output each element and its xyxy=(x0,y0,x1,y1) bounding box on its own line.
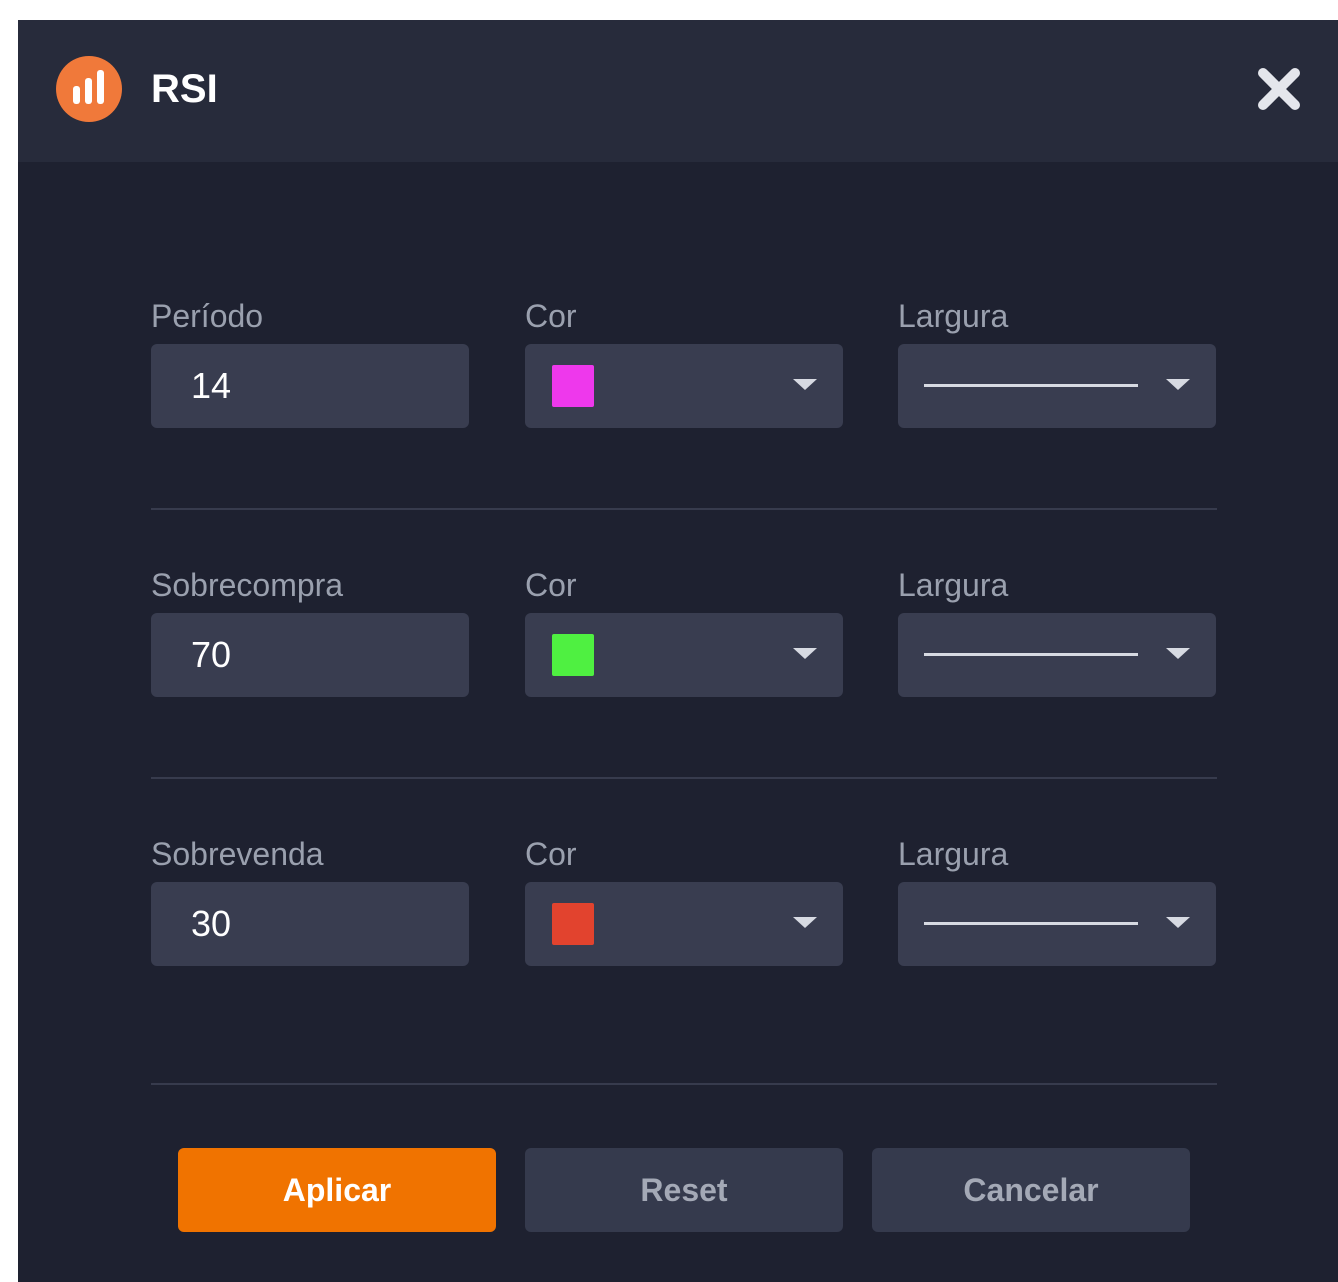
chevron-down-icon xyxy=(1166,917,1190,928)
dialog-title: RSI xyxy=(151,67,218,111)
overbought-color-label: Cor xyxy=(525,567,577,603)
overbought-value: 70 xyxy=(191,634,232,675)
line-width-sample xyxy=(924,653,1138,656)
rsi-settings-dialog: RSI Período Cor Largura 14 Sobrecompra C… xyxy=(18,20,1338,1282)
oversold-value: 30 xyxy=(191,903,232,944)
oversold-width-select[interactable] xyxy=(898,882,1216,966)
period-color-label: Cor xyxy=(525,298,577,334)
overbought-input[interactable]: 70 xyxy=(151,613,469,697)
color-swatch xyxy=(552,903,594,945)
oversold-label: Sobrevenda xyxy=(151,836,324,872)
chevron-down-icon xyxy=(793,379,817,390)
oversold-input[interactable]: 30 xyxy=(151,882,469,966)
line-width-sample xyxy=(924,922,1138,925)
overbought-label: Sobrecompra xyxy=(151,567,344,603)
line-width-sample xyxy=(924,384,1138,387)
dialog-titlebar: RSI xyxy=(18,20,1338,162)
period-input[interactable]: 14 xyxy=(151,344,469,428)
chevron-down-icon xyxy=(793,917,817,928)
period-width-label: Largura xyxy=(898,298,1009,334)
chevron-down-icon xyxy=(1166,648,1190,659)
period-color-select[interactable] xyxy=(525,344,843,428)
color-swatch xyxy=(552,365,594,407)
period-value: 14 xyxy=(191,365,232,406)
overbought-width-label: Largura xyxy=(898,567,1009,603)
divider xyxy=(151,1083,1217,1085)
period-width-select[interactable] xyxy=(898,344,1216,428)
divider xyxy=(151,508,1217,510)
oversold-width-label: Largura xyxy=(898,836,1009,872)
close-icon[interactable] xyxy=(1254,64,1304,114)
oversold-color-select[interactable] xyxy=(525,882,843,966)
chevron-down-icon xyxy=(1166,379,1190,390)
overbought-color-select[interactable] xyxy=(525,613,843,697)
cancel-button[interactable]: Cancelar xyxy=(872,1148,1190,1232)
oversold-color-label: Cor xyxy=(525,836,577,872)
apply-button[interactable]: Aplicar xyxy=(178,1148,496,1232)
color-swatch xyxy=(552,634,594,676)
chevron-down-icon xyxy=(793,648,817,659)
bar-chart-icon xyxy=(56,56,122,122)
divider xyxy=(151,777,1217,779)
overbought-width-select[interactable] xyxy=(898,613,1216,697)
period-label: Período xyxy=(151,298,264,334)
reset-button[interactable]: Reset xyxy=(525,1148,843,1232)
